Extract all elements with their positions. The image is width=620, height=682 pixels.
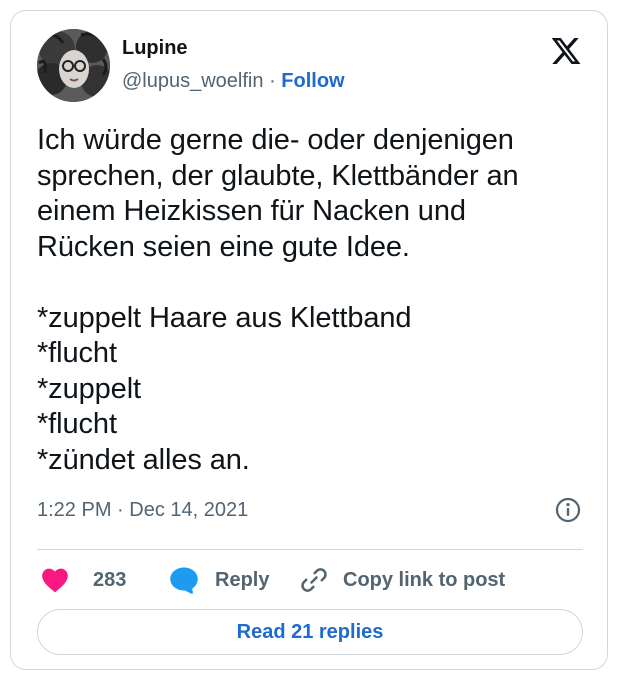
separator-dot: ·: [269, 70, 276, 92]
reply-button[interactable]: Reply: [169, 565, 269, 595]
x-logo-icon[interactable]: [549, 35, 583, 67]
author-handle[interactable]: @lupus_woelfin: [122, 70, 264, 92]
tweet-text: Ich würde gerne die- oder denjenigen spr…: [37, 124, 519, 476]
like-button[interactable]: 283: [41, 565, 126, 595]
link-icon: [301, 568, 327, 592]
reply-bubble-icon: [170, 567, 198, 594]
author-display-name[interactable]: Lupine: [122, 35, 345, 61]
divider: [37, 549, 583, 550]
author-block: Lupine @lupus_woelfin · Follow: [122, 35, 345, 95]
avatar[interactable]: [37, 29, 110, 102]
heart-icon: [42, 568, 68, 593]
info-icon[interactable]: [555, 497, 581, 523]
tweet-timestamp[interactable]: 1:22 PM · Dec 14, 2021: [37, 499, 248, 521]
tweet-meta: 1:22 PM · Dec 14, 2021: [37, 495, 583, 525]
reply-label: Reply: [215, 569, 270, 591]
copy-link-label: Copy link to post: [343, 569, 506, 591]
read-replies-button[interactable]: Read 21 replies: [37, 609, 583, 655]
like-count: 283: [93, 569, 127, 591]
copy-link-button[interactable]: Copy link to post: [299, 565, 505, 595]
handle-row: @lupus_woelfin · Follow: [122, 67, 345, 95]
tweet-actions: 283 Reply Copy link to post: [41, 565, 583, 595]
tweet-card: Lupine @lupus_woelfin · Follow Ich würde…: [10, 10, 608, 670]
follow-button[interactable]: Follow: [281, 70, 344, 92]
tweet-header: Lupine @lupus_woelfin · Follow: [37, 29, 583, 105]
